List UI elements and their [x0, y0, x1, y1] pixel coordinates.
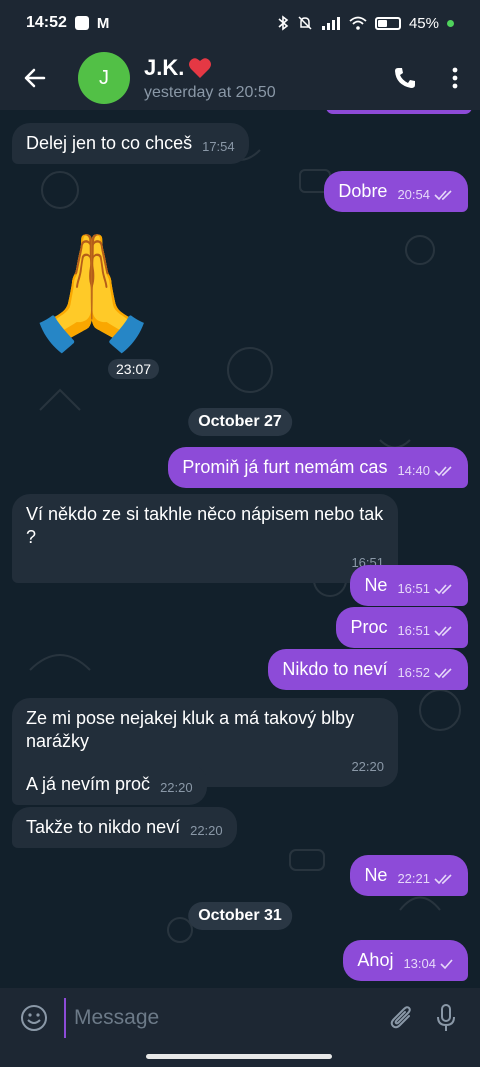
- status-bar: 14:52 M 45%: [0, 0, 480, 46]
- message-text: Delej jen to co chceš: [26, 133, 193, 153]
- message-outgoing[interactable]: Proc 16:51: [336, 607, 468, 648]
- more-options-button[interactable]: [430, 46, 480, 110]
- message-text: Ví někdo ze si takhle něco nápisem nebo …: [26, 504, 384, 547]
- message-list[interactable]: Delej jen to co chceš 17:54 Dobre 20:54 🙏 …: [0, 110, 480, 988]
- system-nav-bar: [0, 1048, 480, 1067]
- message-time: 16:51: [397, 581, 430, 596]
- emoji-button[interactable]: [12, 996, 56, 1040]
- single-check-icon: [440, 958, 453, 969]
- back-button[interactable]: [0, 46, 70, 110]
- wifi-icon: [349, 16, 367, 30]
- paperclip-icon: [390, 1006, 411, 1029]
- chat-header: J J.K. yesterday at 20:50: [0, 46, 480, 110]
- message-time: 16:52: [397, 665, 430, 680]
- smiley-icon: [21, 1005, 47, 1031]
- double-check-icon: [434, 189, 452, 200]
- message-incoming[interactable]: A já nevím proč 22:20: [12, 764, 207, 805]
- voice-message-button[interactable]: [424, 996, 468, 1040]
- message-incoming[interactable]: Delej jen to co chceš 17:54: [12, 123, 249, 164]
- message-text: Dobre: [338, 181, 388, 201]
- contact-name: J.K.: [144, 54, 185, 80]
- last-seen: yesterday at 20:50: [144, 83, 276, 101]
- date-separator: October 27: [188, 408, 292, 436]
- attach-button[interactable]: [380, 996, 424, 1040]
- message-time: 20:54: [397, 187, 430, 202]
- message-text: Ze mi pose nejakej kluk a má takový blby…: [26, 708, 355, 751]
- message-text: Ne: [364, 575, 388, 595]
- emoji-text: 🙏: [22, 229, 162, 354]
- message-text: A já nevím proč: [26, 774, 151, 794]
- message-time: 22:20: [190, 823, 223, 838]
- message-outgoing[interactable]: Ne 16:51: [350, 565, 468, 606]
- message-outgoing[interactable]: Nikdo to neví 16:52: [268, 649, 468, 690]
- avatar[interactable]: J: [78, 52, 130, 104]
- emoji-message[interactable]: 🙏 23:07: [22, 222, 162, 382]
- bluetooth-icon: [278, 15, 289, 31]
- date-separator: October 31: [188, 902, 292, 930]
- message-time: 22:20: [160, 780, 193, 795]
- microphone-icon: [437, 1004, 455, 1031]
- message-text: Ne: [364, 865, 388, 885]
- status-time: 14:52: [26, 14, 67, 31]
- message-outgoing[interactable]: Ahoj 13:04: [343, 940, 468, 981]
- message-text: Proc: [350, 617, 388, 637]
- message-incoming[interactable]: Ví někdo ze si takhle něco nápisem nebo …: [12, 494, 398, 583]
- signal-icon: [321, 17, 340, 30]
- double-check-icon: [434, 465, 452, 476]
- mute-bell-icon: [298, 16, 312, 30]
- message-time: 22:21: [397, 871, 430, 886]
- heart-icon: [189, 57, 212, 78]
- double-check-icon: [434, 873, 452, 884]
- previous-message-edge: [326, 110, 472, 114]
- arrow-left-icon: [24, 68, 46, 88]
- contact-info[interactable]: J.K. yesterday at 20:50: [144, 55, 380, 102]
- double-check-icon: [434, 583, 452, 594]
- notification-app-icon: [74, 16, 89, 30]
- message-text: Nikdo to neví: [282, 659, 388, 679]
- gmail-icon: M: [96, 14, 110, 32]
- phone-icon: [395, 68, 415, 88]
- message-incoming[interactable]: Takže to nikdo neví 22:20: [12, 807, 237, 848]
- message-time: 14:40: [397, 463, 430, 478]
- message-time: 16:51: [397, 623, 430, 638]
- status-dot: [447, 19, 454, 27]
- message-text: Ahoj: [357, 950, 394, 970]
- double-check-icon: [434, 667, 452, 678]
- home-gesture-handle[interactable]: [146, 1054, 332, 1059]
- message-time: 23:07: [108, 359, 160, 379]
- more-vertical-icon: [452, 67, 458, 89]
- message-text: Takže to nikdo neví: [26, 817, 181, 837]
- message-outgoing[interactable]: Dobre 20:54: [324, 171, 468, 212]
- message-time: 16:51: [351, 555, 384, 570]
- double-check-icon: [434, 625, 452, 636]
- message-text: Promiň já furt nemám cas: [182, 457, 388, 477]
- battery-icon: [374, 16, 401, 30]
- message-input[interactable]: [64, 998, 380, 1038]
- message-time: 13:04: [403, 956, 436, 971]
- message-outgoing[interactable]: Ne 22:21: [350, 855, 468, 896]
- message-outgoing[interactable]: Promiň já furt nemám cas 14:40: [168, 447, 468, 488]
- call-button[interactable]: [380, 46, 430, 110]
- battery-percent: 45%: [408, 14, 439, 32]
- avatar-letter: J: [99, 66, 109, 89]
- message-time: 17:54: [202, 139, 235, 154]
- message-composer: [0, 988, 480, 1048]
